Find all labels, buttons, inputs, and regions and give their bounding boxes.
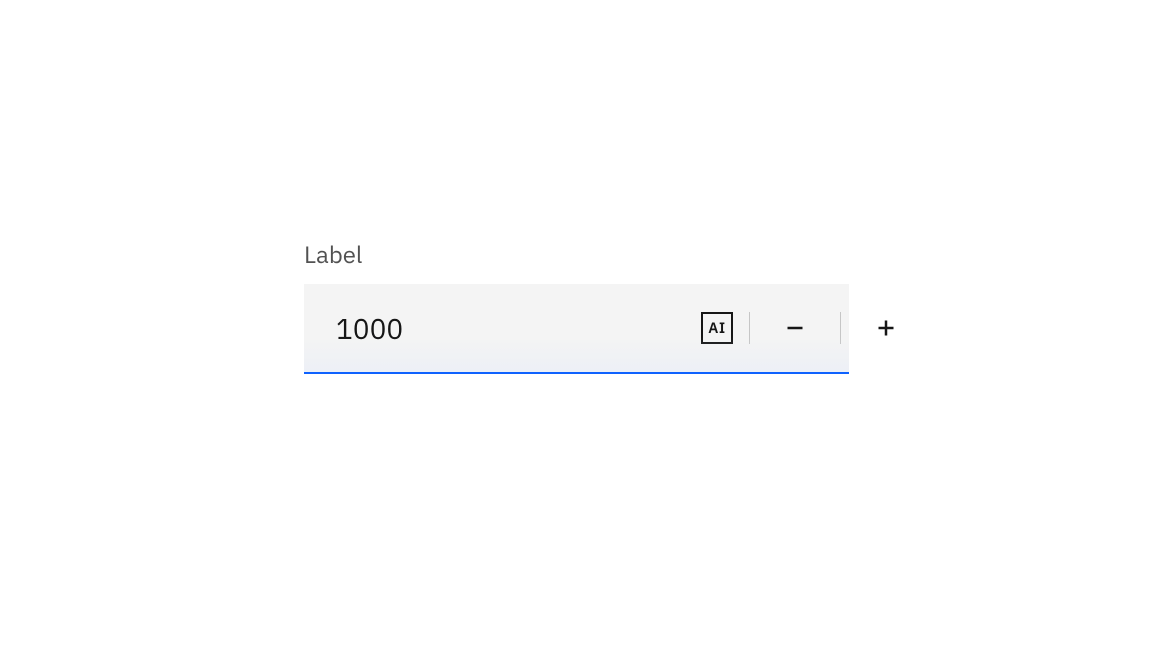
number-input-label: Label: [304, 238, 849, 270]
minus-icon: [785, 318, 805, 338]
plus-icon: [876, 318, 896, 338]
number-input-container: AI: [304, 284, 849, 374]
decrement-button[interactable]: [750, 284, 840, 372]
increment-button[interactable]: [841, 284, 931, 372]
number-input-controls: AI: [701, 284, 939, 372]
number-input-component: Label AI: [304, 238, 849, 374]
number-input-field[interactable]: [304, 284, 701, 372]
ai-icon: AI: [701, 312, 733, 344]
